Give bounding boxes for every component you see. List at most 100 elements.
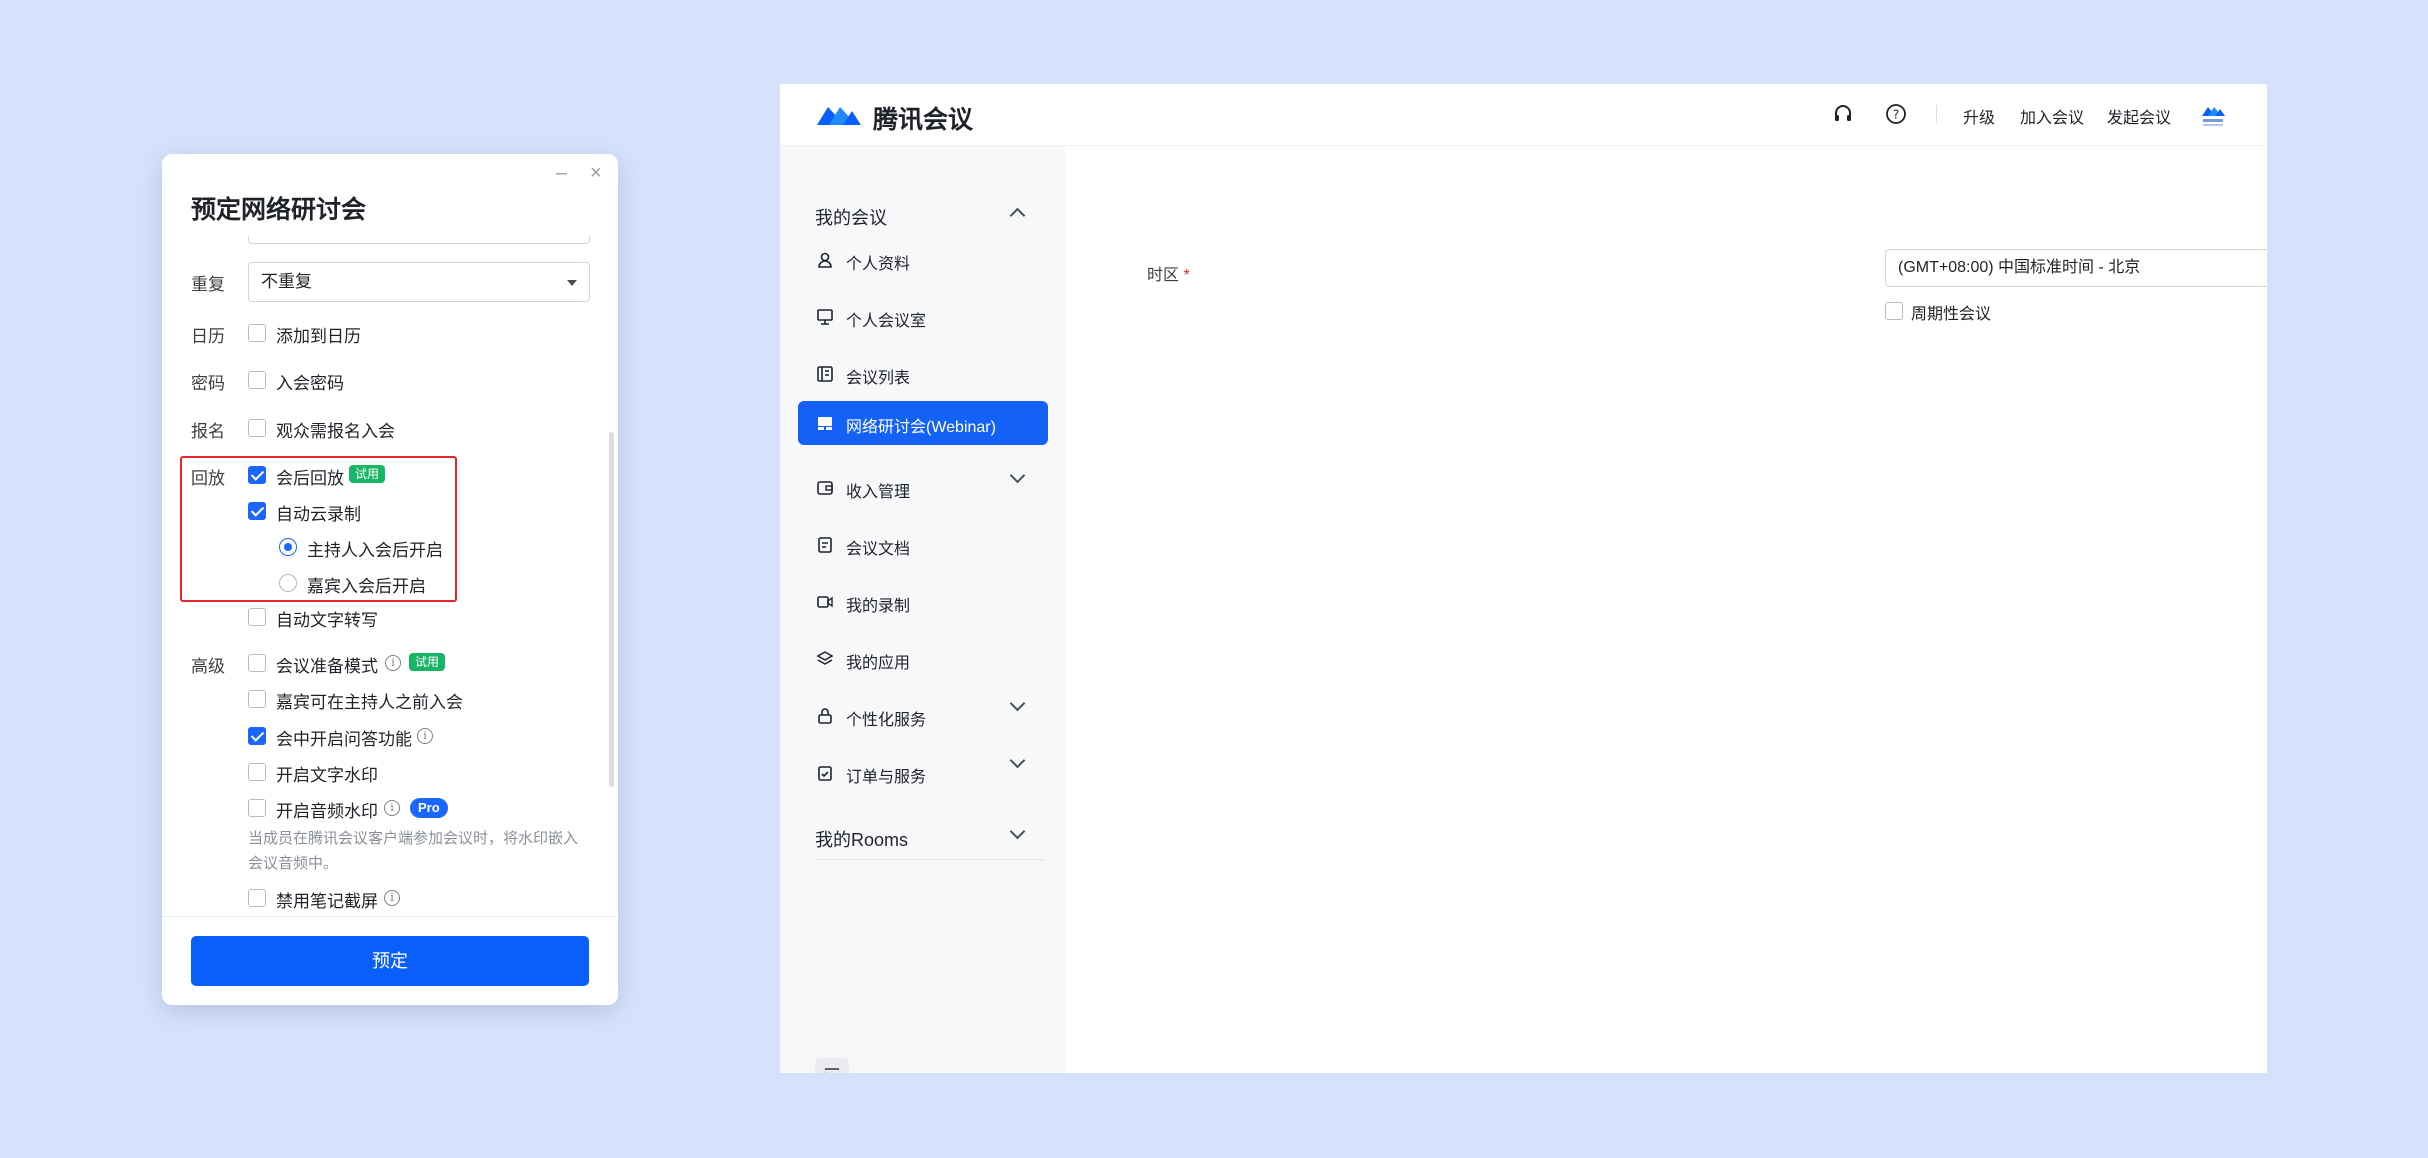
headset-icon[interactable]	[1832, 103, 1854, 125]
lock-icon	[818, 708, 832, 724]
screen-icon	[817, 309, 833, 325]
qa-label: 会中开启问答功能	[276, 730, 412, 749]
disable-notes-checkbox[interactable]	[248, 889, 266, 907]
sidebar-divider	[815, 859, 1045, 860]
sidebar-item-meeting-list[interactable]: 会议列表	[798, 352, 1048, 396]
sidebar-item-personal-room[interactable]: 个人会议室	[798, 295, 1048, 339]
tencent-meeting-logo	[817, 107, 861, 125]
sidebar-item-apps[interactable]: 我的应用	[798, 637, 1048, 681]
repeat-label: 重复	[191, 275, 225, 294]
top-bar: 腾讯会议 ? 升级 加入会议 发起会议	[780, 84, 2267, 146]
sidebar-item-label: 我的应用	[846, 655, 911, 672]
wallet-icon	[817, 481, 833, 495]
info-icon[interactable]: i	[417, 728, 433, 744]
advanced-label: 高级	[191, 657, 225, 676]
info-icon[interactable]: i	[384, 890, 400, 906]
trial-badge: 试用	[349, 465, 386, 483]
app-name: 腾讯会议	[873, 106, 974, 134]
chevron-up-icon[interactable]	[1009, 207, 1026, 224]
doc-icon	[818, 537, 832, 553]
record-host-label: 主持人入会后开启	[307, 541, 443, 560]
calendar-label: 日历	[191, 327, 225, 346]
close-icon[interactable]: ×	[590, 162, 602, 185]
sidebar-item-documents[interactable]: 会议文档	[798, 523, 1048, 567]
pro-badge: Pro	[410, 798, 448, 818]
list-icon	[817, 366, 833, 382]
record-host-radio[interactable]	[279, 538, 297, 556]
prep-mode-label: 会议准备模式	[276, 657, 378, 676]
trial-badge: 试用	[409, 653, 446, 671]
calendar-option-label: 添加到日历	[276, 327, 361, 346]
sidebar-item-profile[interactable]: 个人资料	[798, 238, 1048, 282]
avatar[interactable]	[2200, 102, 2226, 128]
sidebar-item-label: 我的录制	[846, 598, 911, 615]
audio-watermark-checkbox[interactable]	[248, 799, 266, 817]
auto-transcript-label: 自动文字转写	[276, 611, 378, 630]
disable-notes-label: 禁用笔记截屏	[276, 892, 378, 911]
periodic-label: 周期性会议	[1911, 306, 1992, 323]
submit-button[interactable]: 预定	[191, 936, 589, 986]
calendar-checkbox[interactable]	[248, 324, 266, 342]
repeat-select[interactable]: 不重复	[248, 262, 590, 302]
guest-before-host-label: 嘉宾可在主持人之前入会	[276, 693, 463, 712]
help-icon[interactable]: ?	[1885, 103, 1907, 125]
my-meetings-section[interactable]: 我的会议	[815, 204, 887, 230]
sidebar-item-label: 订单与服务	[846, 769, 927, 786]
info-icon[interactable]: i	[385, 655, 401, 671]
info-icon[interactable]: i	[384, 800, 400, 816]
tencent-meeting-window: 腾讯会议 ? 升级 加入会议 发起会议 我的会议 个人资料 个人会议室 会议列表…	[780, 84, 2267, 1073]
record-icon	[817, 596, 833, 608]
auto-record-checkbox[interactable]	[248, 502, 266, 520]
sidebar-item-income[interactable]: 收入管理	[798, 466, 1048, 510]
dialog-title: 预定网络研讨会	[191, 196, 367, 224]
password-label: 密码	[191, 374, 225, 393]
caret-down-icon	[567, 280, 577, 286]
sidebar-item-label: 网络研讨会(Webinar)	[846, 419, 996, 436]
prep-mode-checkbox[interactable]	[248, 654, 266, 672]
chevron-down-icon[interactable]	[1009, 823, 1026, 840]
join-meeting-link[interactable]: 加入会议	[2020, 104, 2084, 128]
webinar-icon	[818, 417, 832, 430]
sidebar-item-orders[interactable]: 订单与服务	[798, 751, 1048, 795]
record-guest-label: 嘉宾入会后开启	[307, 577, 426, 596]
periodic-checkbox[interactable]	[1885, 302, 1903, 320]
rooms-section[interactable]: 我的Rooms	[815, 826, 908, 852]
sidebar-item-personalization[interactable]: 个性化服务	[798, 694, 1048, 738]
collapse-sidebar-button[interactable]	[815, 1058, 849, 1073]
register-option-label: 观众需报名入会	[276, 422, 395, 441]
start-meeting-link[interactable]: 发起会议	[2107, 104, 2171, 128]
timezone-select[interactable]: (GMT+08:00) 中国标准时间 - 北京	[1885, 249, 2267, 287]
cut-off-field	[248, 236, 590, 244]
repeat-value: 不重复	[261, 272, 312, 291]
replay-label: 回放	[191, 469, 225, 488]
guest-before-host-checkbox[interactable]	[248, 690, 266, 708]
timezone-label: 时区 *	[1147, 267, 1190, 284]
upgrade-link[interactable]: 升级	[1963, 104, 1995, 128]
sidebar-item-label: 个人会议室	[846, 313, 927, 330]
schedule-webinar-dialog: – × 预定网络研讨会 重复 不重复 日历 添加到日历 密码 入会密码 报名 观…	[162, 154, 618, 1005]
footer-divider	[162, 916, 618, 917]
register-checkbox[interactable]	[248, 419, 266, 437]
minimize-icon[interactable]: –	[556, 162, 567, 185]
dialog-scrollbar[interactable]	[609, 432, 614, 787]
sidebar-item-label: 个性化服务	[846, 712, 927, 729]
audio-watermark-label: 开启音频水印	[276, 802, 378, 821]
password-checkbox[interactable]	[248, 371, 266, 389]
audio-watermark-note: 当成员在腾讯会议客户端参加会议时，将水印嵌入会议音频中。	[248, 830, 579, 872]
replay-option-label: 会后回放	[276, 469, 344, 488]
record-guest-radio[interactable]	[279, 574, 297, 592]
text-watermark-checkbox[interactable]	[248, 763, 266, 781]
sidebar-item-webinar[interactable]: 网络研讨会(Webinar)	[798, 401, 1048, 445]
sidebar-item-label: 会议文档	[846, 541, 911, 558]
order-icon	[818, 766, 832, 781]
qa-checkbox[interactable]	[248, 727, 266, 745]
sidebar-item-label: 个人资料	[846, 256, 911, 273]
register-label: 报名	[191, 422, 225, 441]
text-watermark-label: 开启文字水印	[276, 766, 378, 785]
sidebar-item-recordings[interactable]: 我的录制	[798, 580, 1048, 624]
sidebar-item-label: 会议列表	[846, 370, 911, 387]
apps-icon	[816, 651, 834, 665]
replay-checkbox[interactable]	[248, 466, 266, 484]
auto-transcript-checkbox[interactable]	[248, 608, 266, 626]
top-divider	[1936, 105, 1937, 123]
